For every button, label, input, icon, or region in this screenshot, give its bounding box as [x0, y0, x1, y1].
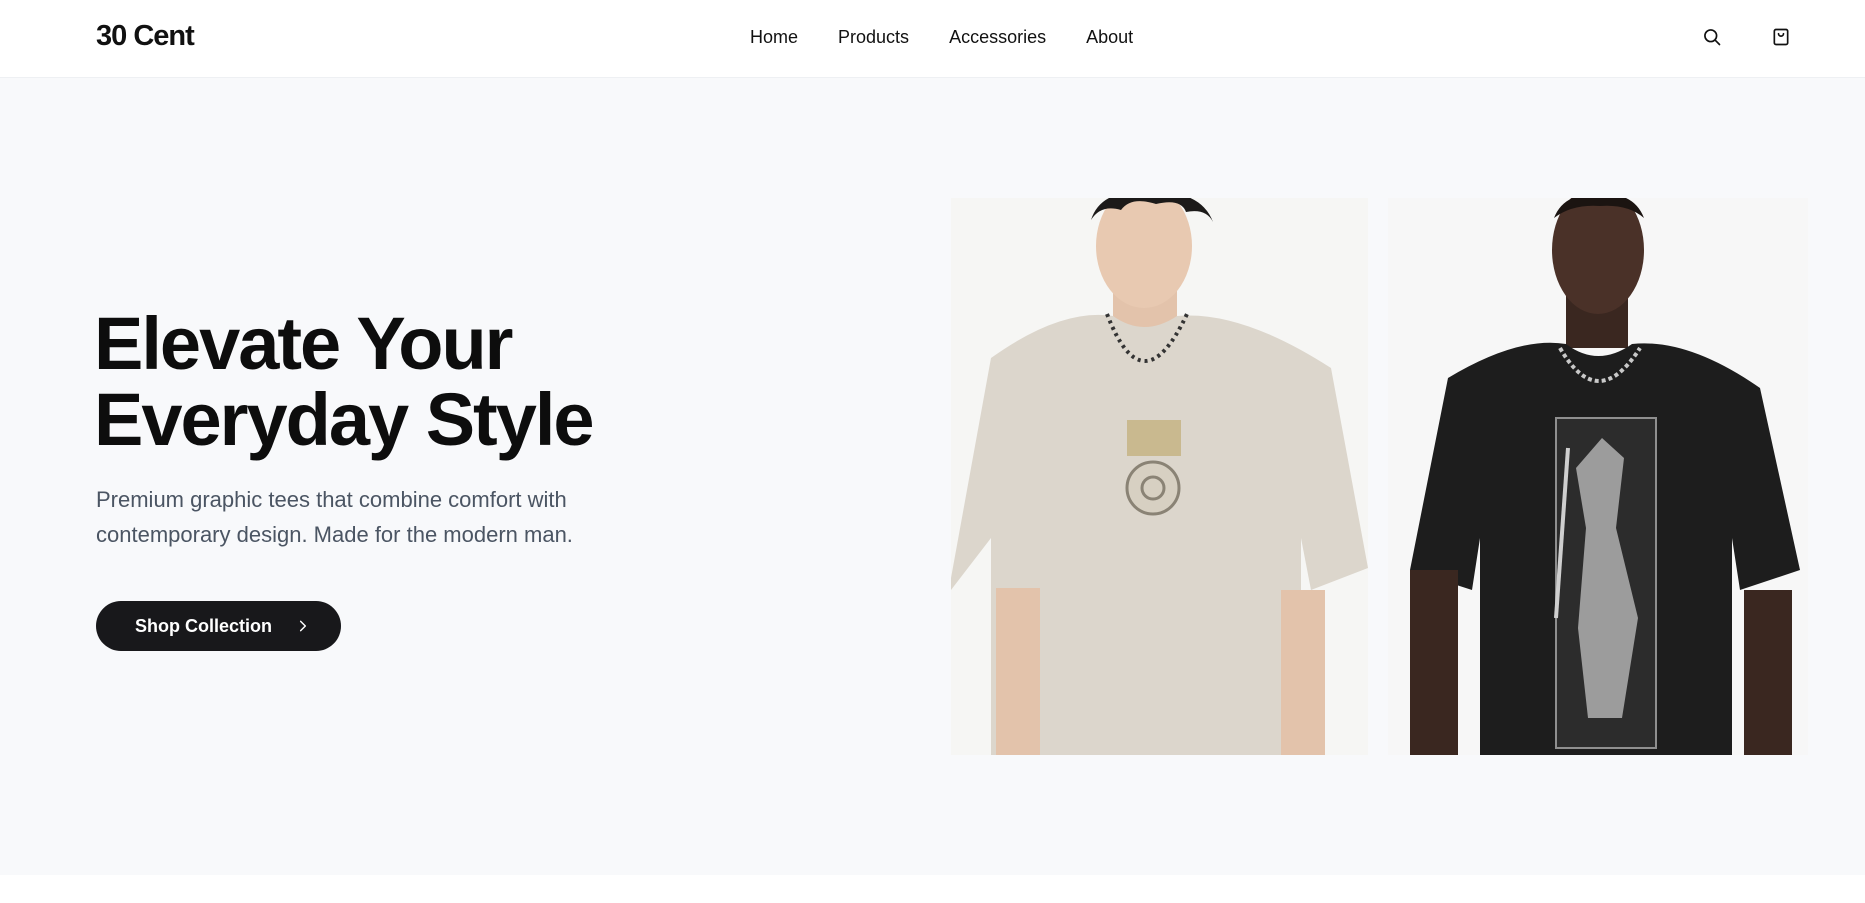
main-nav: Home Products Accessories About — [750, 27, 1133, 48]
nav-accessories-link[interactable]: Accessories — [949, 27, 1046, 48]
section-divider-strip — [0, 875, 1865, 903]
top-navbar: 30 Cent Home Products Accessories About — [0, 0, 1865, 78]
product-image-black-tee[interactable] — [1388, 198, 1808, 755]
hero-headline: Elevate Your Everyday Style — [94, 302, 595, 461]
search-button[interactable] — [1699, 24, 1725, 50]
nav-about-link[interactable]: About — [1086, 27, 1133, 48]
hero-subtext: Premium graphic tees that combine comfor… — [96, 487, 573, 547]
brand-logo[interactable]: 30 Cent — [96, 20, 195, 53]
hero-section: Elevate Your Everyday Style Premium grap… — [0, 78, 1865, 875]
black-tee-model-illustration — [1388, 198, 1808, 755]
beige-tee-model-illustration — [951, 198, 1368, 755]
search-icon — [1704, 29, 1721, 46]
headline-line-2: Everyday Style — [94, 378, 595, 461]
product-image-beige-tee[interactable] — [951, 198, 1368, 755]
shop-collection-label: Shop Collection — [135, 615, 272, 636]
cart-button[interactable] — [1768, 24, 1794, 50]
chevron-right-icon — [299, 620, 307, 632]
nav-products-link[interactable]: Products — [838, 27, 909, 48]
shopping-bag-icon — [1773, 28, 1789, 46]
headline-line-1: Elevate Your — [94, 302, 513, 385]
nav-home-link[interactable]: Home — [750, 27, 798, 48]
shop-collection-button[interactable]: Shop Collection — [96, 601, 341, 651]
